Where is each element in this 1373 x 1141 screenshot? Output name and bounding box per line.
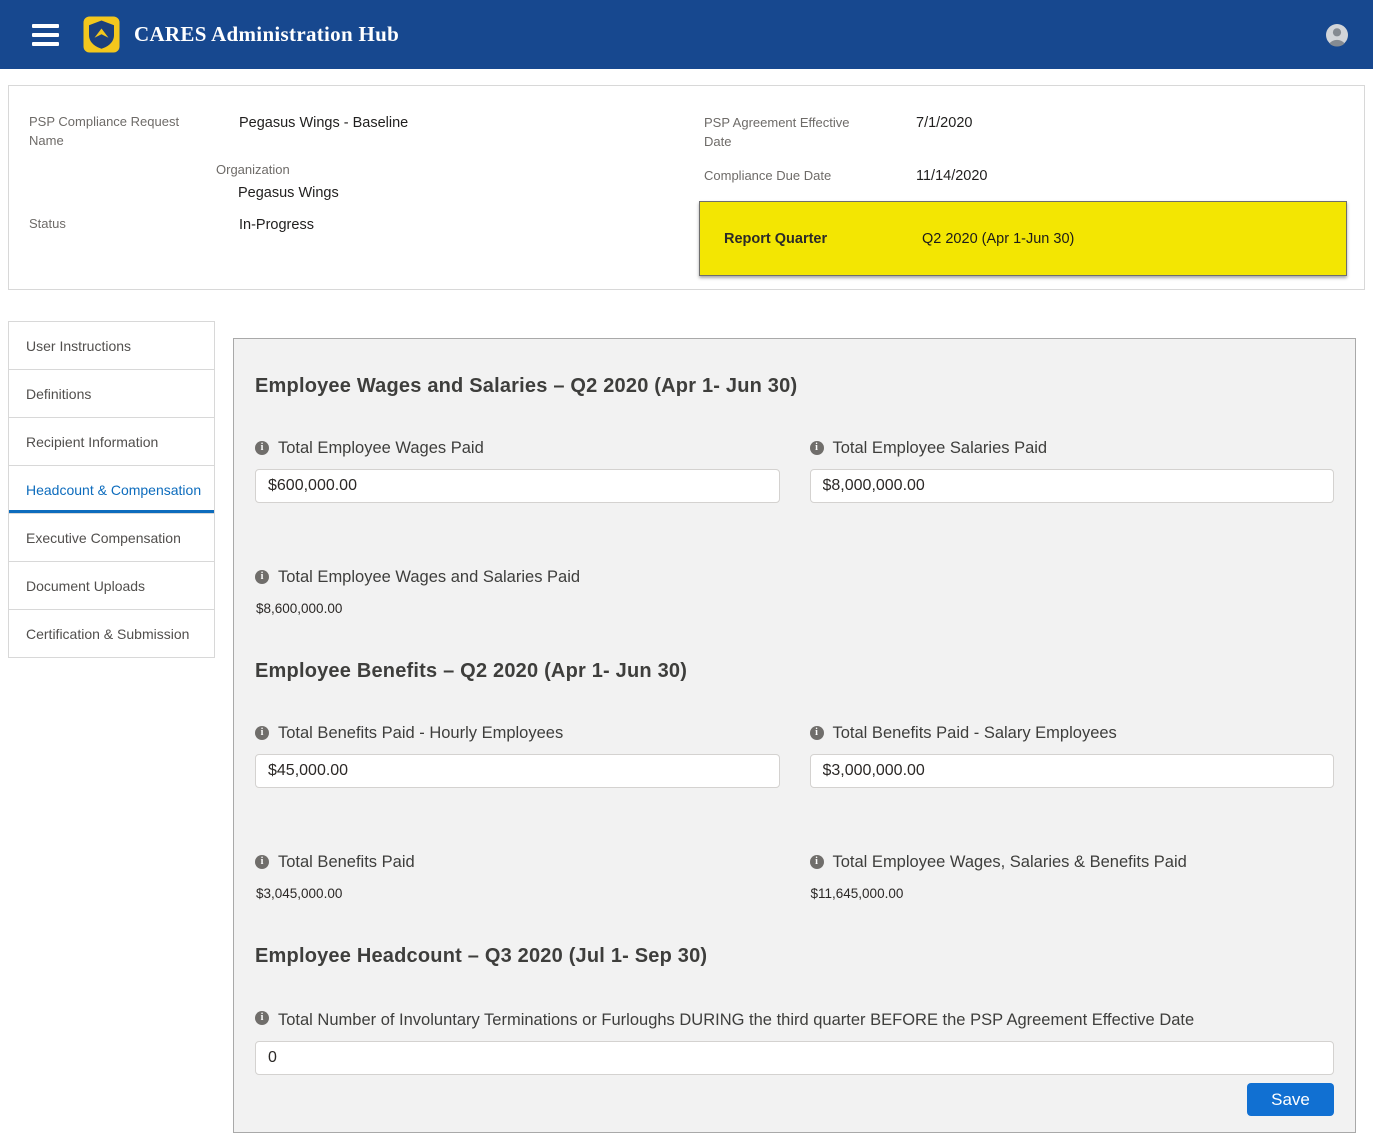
request-name-value: Pegasus Wings - Baseline xyxy=(239,112,699,150)
total-salaries-input[interactable] xyxy=(810,469,1335,503)
request-name-label: PSP Compliance Request Name xyxy=(29,112,197,150)
summary-left-column: PSP Compliance Request Name Pegasus Wing… xyxy=(29,112,699,276)
info-icon: i xyxy=(810,441,824,455)
field-total-salaries: i Total Employee Salaries Paid xyxy=(810,436,1335,503)
info-icon: i xyxy=(255,441,269,455)
effective-date-row: PSP Agreement Effective Date 7/1/2020 xyxy=(699,112,1347,151)
report-quarter-value: Q2 2020 (Apr 1-Jun 30) xyxy=(922,231,1346,247)
due-date-label: Compliance Due Date xyxy=(704,166,872,185)
save-button[interactable]: Save xyxy=(1247,1083,1334,1116)
app-title: CARES Administration Hub xyxy=(134,22,399,47)
sidebar-nav: User Instructions Definitions Recipient … xyxy=(8,321,215,658)
field-benefits-salary: i Total Benefits Paid - Salary Employees xyxy=(810,721,1335,788)
computed-benefits-total: i Total Benefits Paid $3,045,000.00 xyxy=(255,850,780,901)
form-panel: Employee Wages and Salaries – Q2 2020 (A… xyxy=(233,338,1356,1133)
grand-total-value: $11,645,000.00 xyxy=(810,886,1335,901)
top-header: CARES Administration Hub xyxy=(0,0,1373,69)
status-label: Status xyxy=(29,214,197,236)
section-title-benefits: Employee Benefits – Q2 2020 (Apr 1- Jun … xyxy=(255,660,1334,683)
organization-row: Organization Pegasus Wings xyxy=(29,160,699,204)
sidebar-item-definitions[interactable]: Definitions xyxy=(8,369,215,418)
terminations-label: Total Number of Involuntary Terminations… xyxy=(278,1006,1194,1034)
app-logo-icon xyxy=(83,16,120,53)
field-benefits-hourly: i Total Benefits Paid - Hourly Employees xyxy=(255,721,780,788)
menu-icon[interactable] xyxy=(30,20,61,50)
due-date-row: Compliance Due Date 11/14/2020 xyxy=(699,165,1347,187)
benefits-hourly-label: Total Benefits Paid - Hourly Employees xyxy=(278,721,563,745)
benefits-total-value: $3,045,000.00 xyxy=(255,886,780,901)
due-date-value: 11/14/2020 xyxy=(916,165,1347,187)
effective-date-value: 7/1/2020 xyxy=(916,112,1347,134)
field-involuntary-terminations: i Total Number of Involuntary Terminatio… xyxy=(255,1006,1334,1075)
request-name-row: PSP Compliance Request Name Pegasus Wing… xyxy=(29,112,699,150)
field-total-wages: i Total Employee Wages Paid xyxy=(255,436,780,503)
terminations-input[interactable] xyxy=(255,1041,1334,1075)
summary-panel: PSP Compliance Request Name Pegasus Wing… xyxy=(8,85,1365,290)
sidebar-item-recipient-information[interactable]: Recipient Information xyxy=(8,417,215,466)
sidebar-item-headcount-compensation[interactable]: Headcount & Compensation xyxy=(8,465,215,514)
info-icon: i xyxy=(255,855,269,869)
sidebar-item-certification-submission[interactable]: Certification & Submission xyxy=(8,609,215,658)
total-wages-input[interactable] xyxy=(255,469,780,503)
section-title-wages-salaries: Employee Wages and Salaries – Q2 2020 (A… xyxy=(255,375,1334,398)
organization-label: Organization xyxy=(216,160,384,179)
summary-right-column: PSP Agreement Effective Date 7/1/2020 Co… xyxy=(699,112,1347,276)
organization-value: Pegasus Wings xyxy=(216,182,699,204)
effective-date-label: PSP Agreement Effective Date xyxy=(704,113,872,151)
benefits-salary-label: Total Benefits Paid - Salary Employees xyxy=(833,721,1117,745)
grand-total-label: Total Employee Wages, Salaries & Benefit… xyxy=(833,850,1187,874)
sidebar-item-user-instructions[interactable]: User Instructions xyxy=(8,321,215,370)
total-wages-label: Total Employee Wages Paid xyxy=(278,436,484,460)
sidebar-item-executive-compensation[interactable]: Executive Compensation xyxy=(8,513,215,562)
status-row: Status In-Progress xyxy=(29,214,699,236)
content-area: User Instructions Definitions Recipient … xyxy=(0,321,1373,1133)
benefits-total-label: Total Benefits Paid xyxy=(278,850,415,874)
wages-salaries-total-label: Total Employee Wages and Salaries Paid xyxy=(278,565,580,589)
sidebar-item-document-uploads[interactable]: Document Uploads xyxy=(8,561,215,610)
status-value: In-Progress xyxy=(239,214,699,236)
report-quarter-label: Report Quarter xyxy=(724,231,922,247)
info-icon: i xyxy=(255,726,269,740)
total-salaries-label: Total Employee Salaries Paid xyxy=(833,436,1048,460)
wages-salaries-total-value: $8,600,000.00 xyxy=(255,601,1334,616)
info-icon: i xyxy=(810,855,824,869)
computed-grand-total: i Total Employee Wages, Salaries & Benef… xyxy=(810,850,1335,901)
computed-wages-salaries-total: i Total Employee Wages and Salaries Paid… xyxy=(255,565,1334,616)
user-avatar-icon[interactable] xyxy=(1325,23,1349,47)
section-title-headcount: Employee Headcount – Q3 2020 (Jul 1- Sep… xyxy=(255,945,1334,968)
benefits-hourly-input[interactable] xyxy=(255,754,780,788)
benefits-salary-input[interactable] xyxy=(810,754,1335,788)
info-icon: i xyxy=(810,726,824,740)
info-icon: i xyxy=(255,570,269,584)
report-quarter-highlight: Report Quarter Q2 2020 (Apr 1-Jun 30) xyxy=(699,201,1347,276)
info-icon: i xyxy=(255,1011,269,1025)
